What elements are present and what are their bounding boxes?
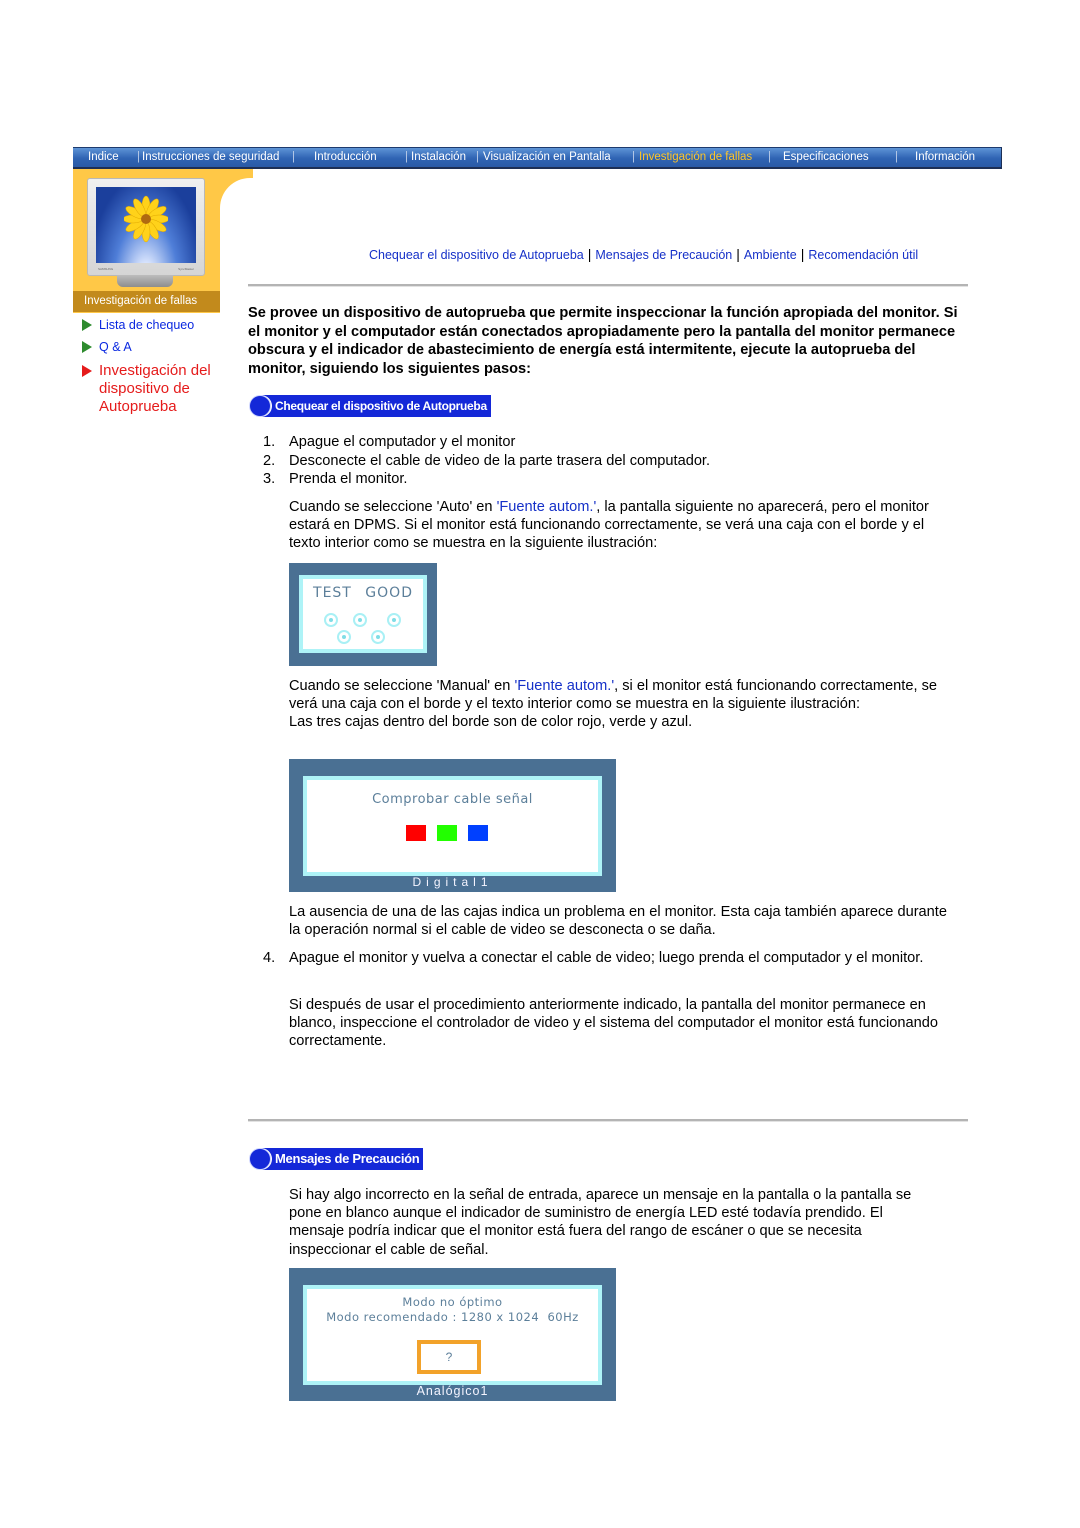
step-number: 4. [263,950,276,966]
monitor-brand-left: SAMSUNG [98,267,114,271]
osd-mode-line1: Modo no óptimo [402,1295,503,1309]
step-text: Apague el computador y el monitor [289,434,516,450]
nav-separator: | [405,151,408,163]
nav-item-especificaciones[interactable]: Especificaciones [783,151,869,163]
absence-paragraph: La ausencia de una de las cajas indica u… [289,904,947,939]
osd-test-good-text: TEST GOOD [313,585,413,601]
nav-item-instalacion[interactable]: Instalación [411,151,466,163]
precaucion-paragraph: Si hay algo incorrecto en la señal de en… [289,1187,912,1258]
auto-paragraph: Cuando se seleccione 'Auto' en 'Fuente a… [289,498,949,553]
blue-box [468,825,488,841]
subnav-link-ambiente[interactable]: Ambiente [744,248,797,262]
steps-list: 1. Apague el computador y el monitor 2. De… [263,433,710,489]
subnav-separator: | [587,246,592,262]
step-text: Desconecte el cable de video de la parte… [289,452,711,469]
nav-item-investigacion[interactable]: Investigación de fallas [639,151,752,163]
section-badge-precaucion: Mensajes de Precaución [249,1148,424,1170]
step-number: 3. [263,471,276,487]
subnav-link-precaucion[interactable]: Mensajes de Precaución [595,248,732,262]
ring-icon [371,630,385,644]
ring-icon [387,613,401,627]
sidebar-link-label: Q & A [99,340,132,354]
ring-icon [337,630,351,644]
monitor-stand [117,275,173,287]
text-segment: Cuando se seleccione 'Auto' en [289,499,497,515]
badge-label: Mensajes de Precaución [259,1148,424,1170]
monitor-image: SAMSUNG SyncMaster [87,178,205,288]
badge-circle-icon [249,395,271,417]
nav-separator: | [895,151,898,163]
fuente-autom-link[interactable]: 'Fuente autom.' [497,499,597,515]
subnav-separator: | [736,246,740,262]
nav-item-indice[interactable]: Indice [88,151,119,163]
osd-cable-title: Comprobar cable señal [372,792,533,807]
sidebar-link-qa[interactable]: Q & A [82,340,214,355]
after-paragraph: Si después de usar el procedimiento ante… [289,997,938,1050]
sidebar-corner-curve [220,178,300,318]
nav-separator: | [768,151,771,163]
monitor-screen [96,187,196,263]
section-subnav: Chequear el dispositivo de Autoprueba | Me… [369,246,918,262]
nav-item-visualizacion[interactable]: Visualización en Pantalla [483,151,611,163]
osd-question-button: ? [417,1340,481,1374]
sidebar-links: Lista de chequeo Q & A Investigación del… [82,318,214,423]
green-triangle-icon [82,341,92,353]
nav-separator: | [137,151,140,163]
step-number: 1. [263,434,276,450]
sidebar-link-label: Lista de chequeo [99,318,195,332]
osd-mode-image: Modo no óptimo Modo recomendado : 1280 x… [289,1268,616,1401]
osd-cable-image: Comprobar cable señal Digital1 [289,759,616,892]
sidebar-corner-clear [253,169,263,178]
list-item: 4. Apague el monitor y vuelva a conectar … [263,949,953,968]
nav-separator: | [292,151,295,163]
sunflower-icon [124,195,168,243]
intro-paragraph: Se provee un dispositivo de autoprueba q… [248,305,958,377]
nav-item-introduccion[interactable]: Introducción [314,151,377,163]
subnav-link-recomendacion[interactable]: Recomendación útil [808,248,918,262]
monitor-brand-right: SyncMaster [178,267,194,271]
nav-item-informacion[interactable]: Información [915,151,975,163]
section-badge-autoprueba: Chequear el dispositivo de Autoprueba [249,395,491,417]
list-item: 3. Prenda el monitor. [263,470,710,489]
red-triangle-icon [82,365,92,377]
red-box [406,825,426,841]
monitor-bezel: SAMSUNG SyncMaster [87,178,205,276]
nav-separator: | [476,151,479,163]
subnav-link-autoprueba[interactable]: Chequear el dispositivo de Autoprueba [369,248,584,262]
osd-test-good-image: TEST GOOD [289,563,437,666]
list-item: 1. Apague el computador y el monitor [263,433,710,452]
step-text: Prenda el monitor. [289,471,408,487]
nav-item-instrucciones[interactable]: Instrucciones de seguridad [142,151,279,163]
nav-separator: | [632,151,635,163]
osd-caption: Digital1 [412,875,493,889]
osd-mode-line2: Modo recomendado : 1280 x 1024 60Hz [326,1310,579,1324]
badge-circle-icon [249,1148,271,1170]
colors-paragraph: Las tres cajas dentro del borde son de c… [289,714,693,731]
sidebar-title: Investigación de fallas [73,291,220,312]
fuente-autom-link[interactable]: 'Fuente autom.' [514,678,614,694]
steps-list-cont: 4. Apague el monitor y vuelva a conectar … [263,949,953,968]
sidebar-link-lista[interactable]: Lista de chequeo [82,318,214,333]
subnav-separator: | [800,246,805,262]
step-text: Apague el monitor y vuelva a conectar el… [289,950,924,966]
ring-icon [353,613,367,627]
green-box [437,825,457,841]
osd-caption: Analógico1 [416,1384,489,1398]
ring-icon [324,613,338,627]
step-number: 2. [263,452,276,469]
sidebar-link-autoprueba[interactable]: Investigación del dispositivo de Autopru… [82,362,214,416]
green-triangle-icon [82,319,92,331]
sidebar-link-label: Investigación del dispositivo de Autopru… [99,362,211,415]
manual-paragraph: Cuando se seleccione 'Manual' en 'Fuente… [289,677,949,732]
divider [248,1119,968,1122]
top-navigation-bar: Indice | Instrucciones de seguridad | In… [73,147,1002,169]
list-item: 2. Desconecte el cable de video de la par… [263,452,710,471]
badge-label: Chequear el dispositivo de Autoprueba [259,395,491,417]
text-segment: Cuando se seleccione 'Manual' en [289,678,515,694]
divider [248,284,968,287]
